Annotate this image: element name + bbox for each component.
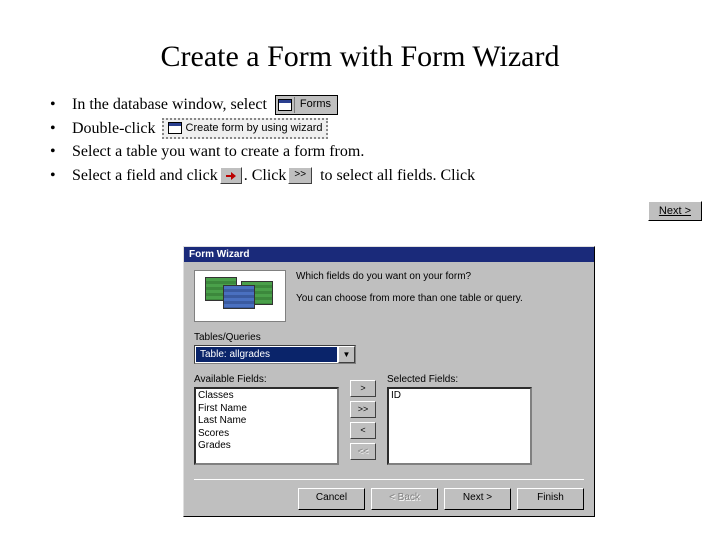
available-fields-listbox[interactable]: ClassesFirst NameLast NameScoresGrades [194, 387, 339, 465]
bullet-marker: • [50, 165, 72, 187]
create-form-wizard-link[interactable]: Create form by using wizard [162, 118, 329, 139]
combo-value: Table: allgrades [196, 347, 337, 362]
selected-fields-listbox[interactable]: ID [387, 387, 532, 465]
bullet-text: Select a table you want to create a form… [72, 141, 364, 163]
add-all-button[interactable]: >> [288, 167, 312, 184]
add-one-icon-button[interactable] [220, 167, 242, 184]
list-item[interactable]: Scores [198, 428, 335, 441]
list-item[interactable]: ID [391, 390, 528, 403]
add-one-button[interactable]: > [350, 380, 376, 397]
tables-queries-label: Tables/Queries [194, 332, 584, 343]
bullet-marker: • [50, 118, 72, 140]
bullet-text: to select all fields. Click [320, 165, 475, 187]
next-button[interactable]: Next > [648, 201, 702, 221]
bullet-marker: • [50, 94, 72, 116]
cancel-button[interactable]: Cancel [298, 488, 365, 510]
wizard-icon [168, 122, 182, 134]
chevron-down-icon[interactable]: ▼ [338, 346, 355, 363]
available-fields-label: Available Fields: [194, 374, 339, 385]
bullet-marker: • [50, 141, 72, 163]
bullet-text: . Click [244, 165, 287, 187]
bullet-text: Double-click [72, 118, 156, 140]
dialog-titlebar: Form Wizard [184, 247, 594, 262]
forms-tab-label: Forms [300, 97, 331, 112]
slide-title: Create a Form with Form Wizard [50, 40, 670, 74]
remove-all-button[interactable]: << [350, 443, 376, 460]
back-button[interactable]: < Back [371, 488, 438, 510]
arrow-right-icon [224, 170, 238, 182]
bullet-text: In the database window, select [72, 94, 267, 116]
selected-fields-label: Selected Fields: [387, 374, 532, 385]
list-item[interactable]: Classes [198, 390, 335, 403]
remove-one-button[interactable]: < [350, 422, 376, 439]
bullet-list: • In the database window, select Forms •… [50, 94, 670, 186]
wizard-hint: You can choose from more than one table … [296, 292, 523, 306]
add-all-button[interactable]: >> [350, 401, 376, 418]
forms-tab-button[interactable]: Forms [275, 95, 338, 115]
form-wizard-dialog: Form Wizard Which fields do you want on … [183, 246, 595, 517]
finish-button[interactable]: Finish [517, 488, 584, 510]
tables-queries-combo[interactable]: Table: allgrades ▼ [194, 345, 356, 364]
bullet-text: Select a field and click [72, 165, 218, 187]
list-item[interactable]: Grades [198, 440, 335, 453]
list-item[interactable]: First Name [198, 403, 335, 416]
wizard-question: Which fields do you want on your form? [296, 270, 523, 284]
form-icon [276, 97, 295, 113]
list-item[interactable]: Last Name [198, 415, 335, 428]
wizard-illustration [194, 270, 286, 322]
next-button[interactable]: Next > [444, 488, 511, 510]
